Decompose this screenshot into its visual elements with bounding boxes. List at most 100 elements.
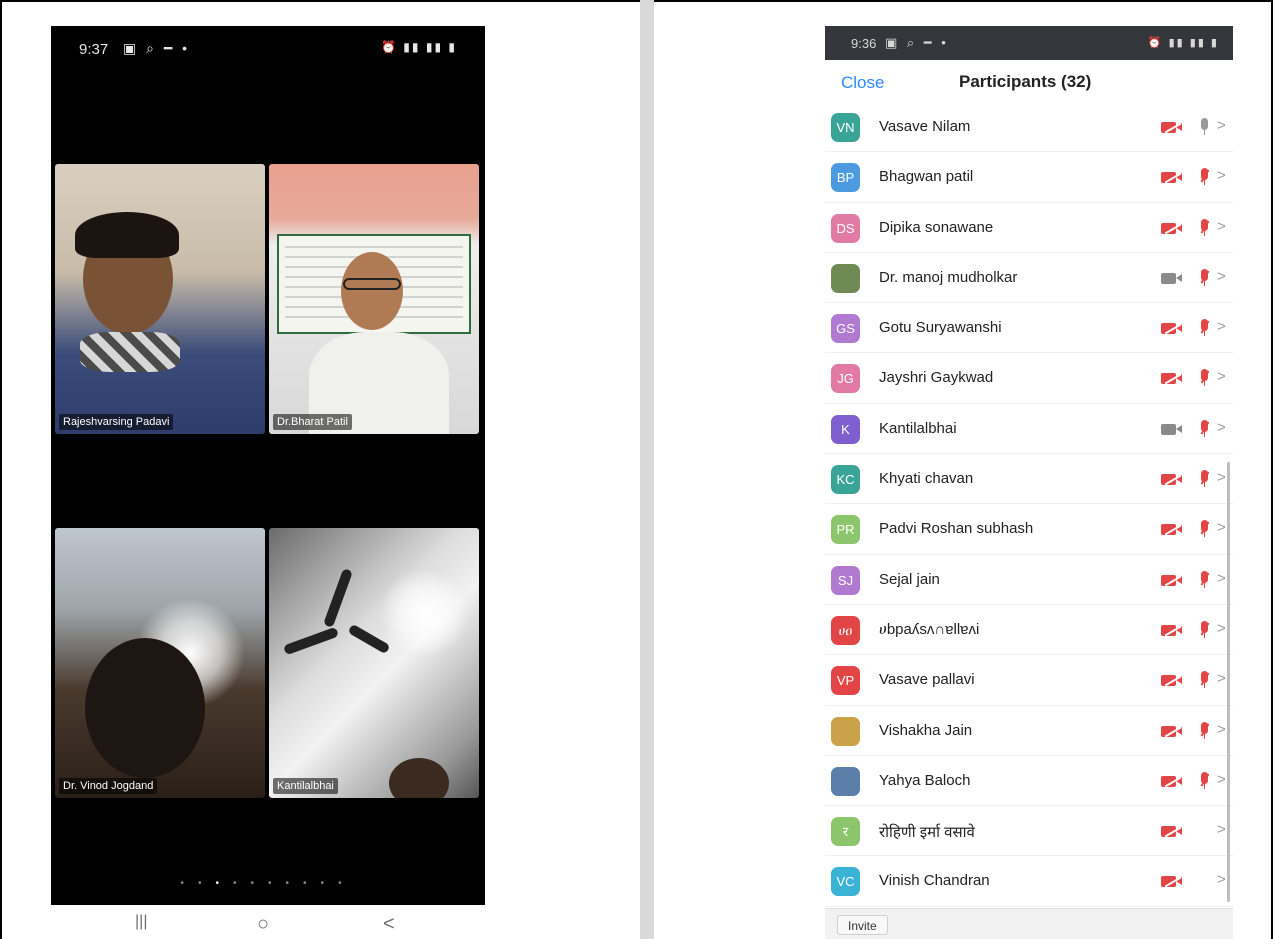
page-dot[interactable]: • (286, 878, 304, 889)
participant-row[interactable]: DS Dipika sonawane > (825, 203, 1233, 253)
avatar (831, 716, 860, 746)
participant-row[interactable]: VC Vinish Chandran > (825, 856, 1233, 907)
video-tile-4[interactable]: Kantilalbhai (269, 528, 479, 798)
participant-silhouette (85, 638, 205, 778)
video-off-icon (1161, 171, 1183, 184)
notification-icons: ▣ ⌕ ━ • (123, 40, 191, 56)
chevron-right-icon[interactable]: > (1217, 318, 1226, 335)
chevron-right-icon[interactable]: > (1217, 167, 1226, 184)
mic-icon (1199, 117, 1209, 137)
chevron-right-icon[interactable]: > (1217, 771, 1226, 788)
participant-row[interactable]: Vishakha Jain > (825, 706, 1233, 756)
mic-muted-icon (1199, 771, 1210, 791)
light-glare (379, 568, 469, 658)
chevron-right-icon[interactable]: > (1217, 519, 1226, 536)
participant-name: Kantilalbhai (879, 419, 957, 437)
page-dot[interactable]: • (198, 878, 216, 889)
video-off-icon (1161, 674, 1183, 687)
chevron-right-icon[interactable]: > (1217, 721, 1226, 738)
video-off-icon (1161, 121, 1183, 134)
page-dot[interactable]: • (268, 878, 286, 889)
tile-name-label: Dr.Bharat Patil (273, 414, 352, 430)
avatar: DS (831, 213, 860, 243)
page-dot[interactable]: • (338, 878, 356, 889)
participant-row[interactable]: Dr. manoj mudholkar > (825, 253, 1233, 304)
mic-muted-icon (1199, 519, 1210, 539)
participant-row[interactable]: GS Gotu Suryawanshi > (825, 303, 1233, 354)
participant-name: ሀbpaʎsʌ∩ɐllɐʌi (879, 620, 980, 638)
mic-muted-icon (1199, 469, 1210, 489)
back-icon[interactable]: < (383, 913, 395, 936)
chevron-right-icon[interactable]: > (1217, 670, 1226, 687)
chevron-right-icon[interactable]: > (1217, 871, 1226, 888)
chevron-right-icon[interactable]: > (1217, 620, 1226, 637)
page-dot-active[interactable]: • (215, 878, 233, 889)
participant-name: Sejal jain (879, 570, 940, 588)
notification-icons: ▣ ⌕ ━ • (885, 35, 949, 50)
avatar: JG (831, 364, 860, 394)
video-off-icon (1161, 473, 1183, 486)
chevron-right-icon[interactable]: > (1217, 570, 1226, 587)
page-dot[interactable]: • (180, 878, 198, 889)
close-button[interactable]: Close (841, 73, 884, 93)
video-camera-icon (1161, 272, 1183, 285)
page-dot[interactable]: • (233, 878, 251, 889)
chevron-right-icon[interactable]: > (1217, 419, 1226, 436)
participant-mask (80, 332, 180, 372)
video-tile-1[interactable]: Rajeshvarsing Padavi (55, 164, 265, 434)
participant-name: Dr. manoj mudholkar (879, 268, 1018, 286)
chevron-right-icon[interactable]: > (1217, 218, 1226, 235)
participant-name: Gotu Suryawanshi (879, 319, 1002, 337)
participant-row[interactable]: ሀዐ ሀbpaʎsʌ∩ɐllɐʌi > (825, 605, 1233, 656)
video-off-icon (1161, 624, 1183, 637)
video-off-icon (1161, 372, 1183, 385)
avatar: ሀዐ (831, 615, 860, 645)
participant-row[interactable]: BP Bhagwan patil > (825, 152, 1233, 203)
participant-row[interactable]: KC Khyati chavan > (825, 454, 1233, 505)
chevron-right-icon[interactable]: > (1217, 821, 1226, 838)
mic-muted-icon (1199, 167, 1210, 187)
video-camera-icon (1161, 423, 1183, 436)
participant-name: Vishakha Jain (879, 721, 973, 739)
participants-phone: 9:36 ▣ ⌕ ━ • ⏰ ▮▮ ▮▮ ▮ Close Participant… (825, 26, 1233, 939)
video-off-icon (1161, 222, 1183, 235)
participant-row[interactable]: JG Jayshri Gaykwad > (825, 353, 1233, 404)
gallery-view-phone: 9:37 ▣ ⌕ ━ • ⏰ ▮▮ ▮▮ ▮ Rajeshvarsing Pad… (51, 26, 485, 939)
video-off-icon (1161, 775, 1183, 788)
participant-row[interactable]: र रोहिणी इर्मा वसावे > (825, 806, 1233, 857)
participant-name: Dipika sonawane (879, 218, 994, 236)
mic-muted-icon (1199, 218, 1210, 238)
recent-apps-icon[interactable]: ||| (135, 913, 147, 931)
participant-name: Vasave pallavi (879, 671, 975, 689)
participant-row[interactable]: K Kantilalbhai > (825, 404, 1233, 455)
invite-button[interactable]: Invite (837, 915, 888, 935)
chevron-right-icon[interactable]: > (1217, 469, 1226, 486)
page-title: Participants (32) (959, 72, 1092, 91)
page-dot[interactable]: • (250, 878, 268, 889)
signal-icons: ⏰ ▮▮ ▮▮ ▮ (1147, 37, 1219, 49)
participant-row[interactable]: VN Vasave Nilam > (825, 102, 1233, 153)
tile-name-label: Dr. Vinod Jogdand (59, 778, 158, 794)
avatar: KC (831, 465, 860, 495)
avatar: K (831, 414, 860, 444)
video-tile-2[interactable]: Dr.Bharat Patil (269, 164, 479, 434)
mic-muted-icon (1199, 721, 1210, 741)
participant-row[interactable]: VP Vasave pallavi > (825, 655, 1233, 706)
avatar: PR (831, 515, 860, 545)
participant-row[interactable]: Yahya Baloch > (825, 756, 1233, 807)
tile-name-label: Rajeshvarsing Padavi (59, 414, 174, 430)
mic-muted-icon (1199, 419, 1210, 439)
participant-row[interactable]: SJ Sejal jain > (825, 555, 1233, 605)
chevron-right-icon[interactable]: > (1217, 268, 1226, 285)
participant-row[interactable]: PR Padvi Roshan subhash > (825, 504, 1233, 555)
chevron-right-icon[interactable]: > (1217, 117, 1226, 134)
status-bar: 9:36 ▣ ⌕ ━ • ⏰ ▮▮ ▮▮ ▮ (825, 26, 1233, 60)
scrollbar[interactable] (1227, 462, 1230, 902)
page-dot[interactable]: • (303, 878, 321, 889)
home-icon[interactable]: ○ (257, 913, 269, 936)
chevron-right-icon[interactable]: > (1217, 368, 1226, 385)
participant-list[interactable]: VN Vasave Nilam > BP Bhagwan patil > DS Dipika … (825, 102, 1233, 907)
video-tile-3[interactable]: Dr. Vinod Jogdand (55, 528, 265, 798)
mic-muted-icon (1199, 268, 1210, 288)
page-dot[interactable]: • (321, 878, 339, 889)
